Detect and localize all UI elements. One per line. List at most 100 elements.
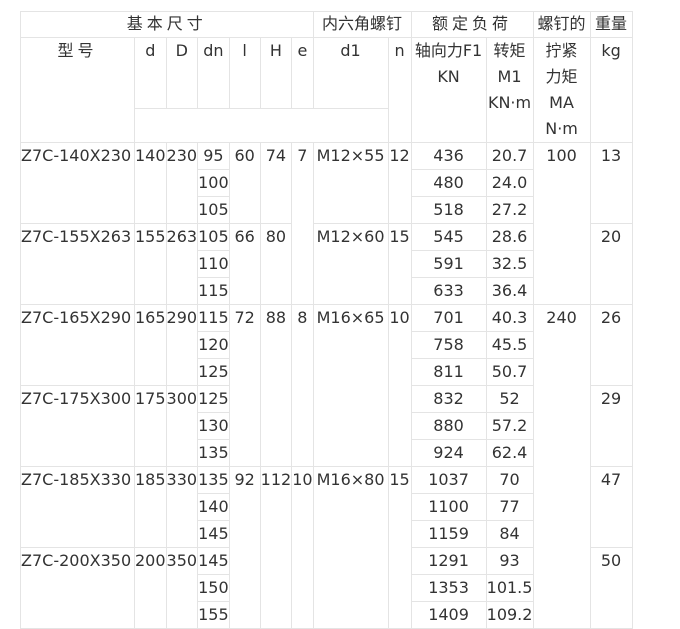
dn-cell: 100: [197, 169, 230, 197]
tighten-torque-header: 拧紧 力矩 MA N·m: [532, 37, 591, 143]
e-header: e: [291, 36, 314, 110]
m1-cell: 101.5: [485, 574, 534, 602]
d1-header: d1: [312, 36, 389, 110]
basic-dims-header: 基本尺寸: [20, 11, 314, 38]
dn-cell: 150: [197, 574, 230, 602]
m1-cell: 36.4: [485, 277, 534, 305]
e-cell: 7: [291, 142, 314, 305]
f1-cell: 633: [410, 277, 487, 305]
model-cell: Z7C-185X330: [20, 466, 135, 548]
dn-cell: 105: [197, 223, 230, 251]
D-cell: 350: [165, 547, 199, 629]
rated-load-header: 额定负荷: [410, 11, 534, 38]
l-header: l: [228, 36, 261, 110]
kg-cell: 20: [589, 223, 633, 305]
n-cell: 15: [387, 466, 412, 629]
d-cell: 155: [134, 223, 167, 305]
kg-cell: 50: [589, 547, 633, 629]
f1-cell: 591: [410, 250, 487, 278]
dn-cell: 155: [197, 601, 230, 629]
H-header: H: [259, 36, 293, 110]
model-header: 型号: [20, 37, 135, 143]
f1-cell: 1159: [410, 520, 487, 548]
H-cell: 80: [259, 223, 293, 305]
kg-cell: 13: [589, 142, 633, 224]
model-cell: Z7C-140X230: [20, 142, 135, 224]
D-cell: 330: [165, 466, 199, 548]
d1-cell: M16×65: [312, 304, 389, 467]
f1-cell: 518: [410, 196, 487, 224]
torque-unit: KN·m: [487, 93, 532, 112]
m1-cell: 50.7: [485, 358, 534, 386]
dn-cell: 110: [197, 250, 230, 278]
weight-header: 重量: [589, 11, 633, 38]
e-cell: 10: [291, 466, 314, 629]
l-cell: 72: [228, 304, 261, 467]
table-row: Z7C-140X230 140 230 95 60 74 7 M12×55 12…: [20, 142, 633, 305]
dn-cell: 120: [197, 331, 230, 359]
model-cell: Z7C-155X263: [20, 223, 135, 305]
m1-cell: 84: [485, 520, 534, 548]
e-cell: 8: [291, 304, 314, 467]
model-cell: Z7C-200X350: [20, 547, 135, 629]
dn-cell: 115: [197, 304, 230, 332]
m1-cell: 20.7: [485, 142, 534, 170]
ma-cell: 240: [532, 304, 591, 629]
f1-cell: 701: [410, 304, 487, 332]
screw-torque-header: 螺钉的: [532, 11, 591, 38]
d1-cell: M12×60: [312, 223, 389, 305]
f1-cell: 1100: [410, 493, 487, 521]
dn-header: dn: [197, 36, 230, 110]
tighten-symbol: MA: [549, 93, 574, 112]
dn-cell: 125: [197, 385, 230, 413]
m1-cell: 70: [485, 466, 534, 494]
D-cell: 263: [165, 223, 199, 305]
d1-cell: M12×55: [312, 142, 389, 224]
m1-cell: 62.4: [485, 439, 534, 467]
torque-title: 转矩: [493, 41, 526, 60]
f1-cell: 924: [410, 439, 487, 467]
torque-symbol: M1: [497, 67, 522, 86]
dn-cell: 140: [197, 493, 230, 521]
spec-table: 基本尺寸 内六角螺钉 额定负荷 螺钉的 重量 型号 d D dn l H e d…: [20, 11, 633, 629]
dn-cell: 125: [197, 358, 230, 386]
dn-cell: 95: [197, 142, 230, 170]
m1-cell: 27.2: [485, 196, 534, 224]
dn-cell: 145: [197, 547, 230, 575]
H-cell: 74: [259, 142, 293, 224]
tighten-unit: N·m: [545, 119, 578, 138]
f1-cell: 832: [410, 385, 487, 413]
H-cell: 112: [259, 466, 293, 629]
d-cell: 200: [134, 547, 167, 629]
m1-cell: 52: [485, 385, 534, 413]
H-cell: 88: [259, 304, 293, 467]
D-cell: 230: [165, 142, 199, 224]
d-cell: 175: [134, 385, 167, 467]
f1-cell: 758: [410, 331, 487, 359]
header-blank-cell: [134, 108, 389, 143]
f1-cell: 880: [410, 412, 487, 440]
dn-cell: 130: [197, 412, 230, 440]
n-header: n: [387, 37, 412, 143]
dn-cell: 135: [197, 439, 230, 467]
n-cell: 10: [387, 304, 412, 467]
m1-cell: 32.5: [485, 250, 534, 278]
dn-cell: 105: [197, 196, 230, 224]
f1-cell: 480: [410, 169, 487, 197]
f1-cell: 436: [410, 142, 487, 170]
m1-cell: 109.2: [485, 601, 534, 629]
d1-cell: M16×80: [312, 466, 389, 629]
f1-cell: 811: [410, 358, 487, 386]
n-cell: 15: [387, 223, 412, 305]
m1-cell: 57.2: [485, 412, 534, 440]
kg-header: kg: [589, 37, 633, 143]
tighten-title-1: 拧紧: [545, 41, 578, 60]
m1-cell: 24.0: [485, 169, 534, 197]
header-row-1: 基本尺寸 内六角螺钉 额定负荷 螺钉的 重量: [20, 11, 633, 38]
m1-cell: 28.6: [485, 223, 534, 251]
n-cell: 12: [387, 142, 412, 224]
D-header: D: [165, 36, 199, 110]
torque-header: 转矩 M1 KN·m: [485, 37, 534, 143]
model-cell: Z7C-175X300: [20, 385, 135, 467]
tighten-title-2: 力矩: [545, 67, 578, 86]
